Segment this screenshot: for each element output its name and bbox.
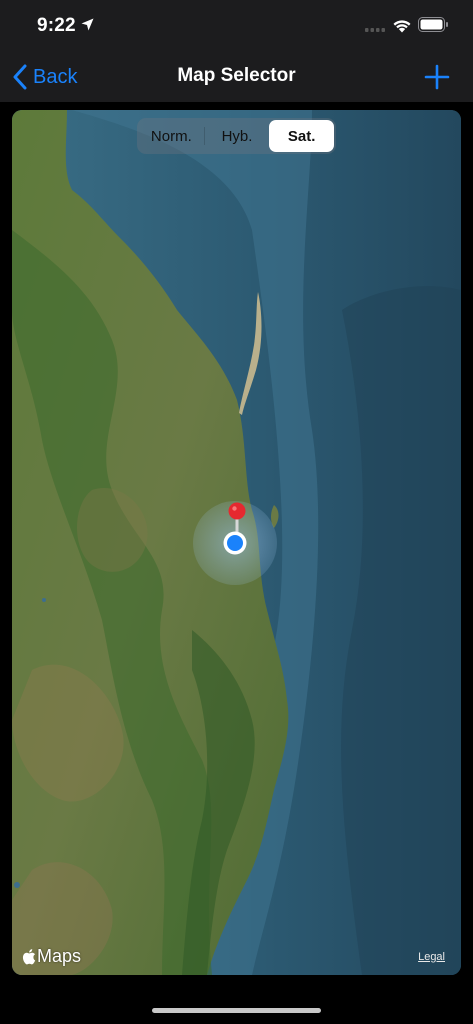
back-chevron-icon <box>13 64 27 90</box>
apple-maps-attribution: Maps <box>22 946 81 967</box>
cellular-signal-icon <box>365 28 385 32</box>
map-view[interactable]: Norm. Hyb. Sat. Maps Legal <box>12 110 461 975</box>
map-type-normal[interactable]: Norm. <box>139 120 204 152</box>
map-type-selector: Norm. Hyb. Sat. <box>137 118 336 154</box>
status-time: 9:22 <box>37 15 76 36</box>
home-indicator[interactable] <box>152 1008 321 1013</box>
battery-icon <box>418 17 448 32</box>
user-location-icon[interactable] <box>223 531 247 555</box>
back-label: Back <box>33 65 78 88</box>
back-button[interactable]: Back <box>12 62 77 92</box>
apple-logo-icon <box>22 949 36 965</box>
location-arrow-icon <box>81 18 94 31</box>
map-type-hybrid[interactable]: Hyb. <box>205 120 270 152</box>
wifi-icon <box>393 20 411 33</box>
map-type-satellite[interactable]: Sat. <box>269 120 335 152</box>
legal-link[interactable]: Legal <box>418 951 445 963</box>
navigation-bar: Back Map Selector <box>0 52 473 102</box>
status-bar: 9:22 <box>0 0 473 52</box>
maps-label: Maps <box>37 946 82 966</box>
plus-icon[interactable] <box>424 64 450 90</box>
